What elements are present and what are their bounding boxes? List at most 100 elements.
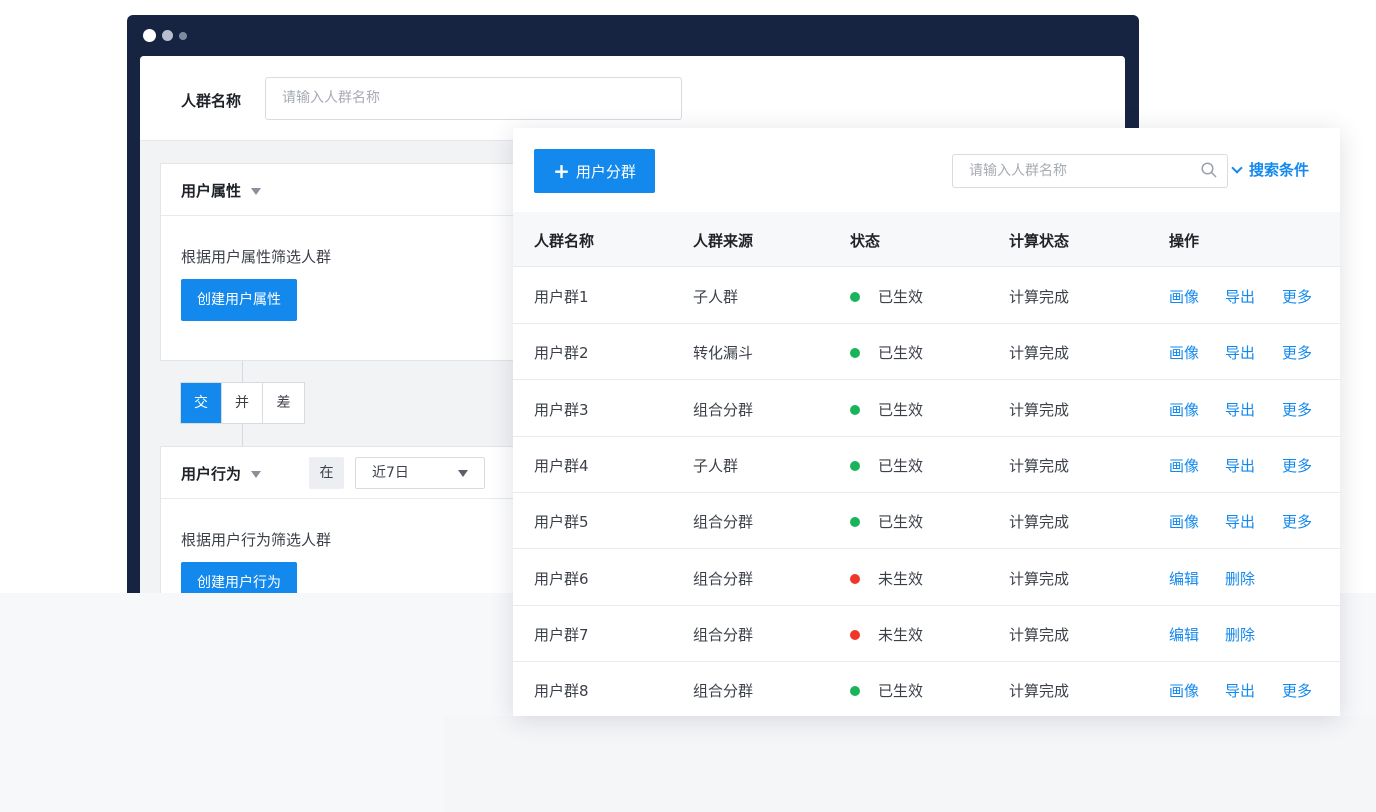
- row-action-link[interactable]: 导出: [1225, 286, 1255, 307]
- crowd-name-input[interactable]: 请输入人群名称: [265, 77, 682, 120]
- status-dot-icon: [850, 517, 860, 528]
- create-user-attribute-button[interactable]: 创建用户属性: [181, 279, 297, 321]
- row-calc-status: 计算完成: [1009, 456, 1070, 475]
- table-row: 用户群1 子人群 已生效 计算完成 画像 导出 更多: [513, 268, 1340, 324]
- background-band-lower: [444, 716, 1376, 812]
- row-action-link[interactable]: 删除: [1225, 568, 1255, 589]
- row-action-link[interactable]: 删除: [1225, 624, 1255, 645]
- chevron-down-icon: [1231, 162, 1243, 174]
- set-operation-toggle: 交 并 差: [180, 382, 305, 424]
- row-action-link[interactable]: 画像: [1169, 680, 1199, 701]
- row-action-link[interactable]: 导出: [1225, 511, 1255, 532]
- column-actions: 操作: [1169, 232, 1200, 250]
- row-action-link[interactable]: 画像: [1169, 342, 1199, 363]
- row-action-link[interactable]: 更多: [1282, 399, 1312, 420]
- op-intersect[interactable]: 交: [181, 383, 222, 423]
- table-row: 用户群8 组合分群 已生效 计算完成 画像 导出 更多: [513, 662, 1340, 716]
- row-name: 用户群3: [534, 400, 589, 419]
- column-calc-status: 计算状态: [1009, 232, 1070, 250]
- user-behavior-title[interactable]: 用户行为: [181, 463, 262, 484]
- status-dot-icon: [850, 292, 860, 302]
- row-action-link[interactable]: 画像: [1169, 511, 1199, 532]
- column-source: 人群来源: [693, 232, 754, 250]
- row-name: 用户群8: [534, 682, 589, 701]
- row-name: 用户群7: [534, 625, 589, 644]
- status-dot-icon: [850, 348, 860, 359]
- table-row: 用户群3 组合分群 已生效 计算完成 画像 导出 更多: [513, 381, 1340, 437]
- row-source: 组合分群: [693, 400, 754, 419]
- table-row: 用户群4 子人群 已生效 计算完成 画像 导出 更多: [513, 437, 1340, 493]
- search-conditions-toggle[interactable]: 搜索条件: [1231, 159, 1309, 180]
- row-status: 已生效: [850, 511, 923, 532]
- row-name: 用户群5: [534, 513, 589, 532]
- row-source: 组合分群: [693, 513, 754, 532]
- row-action-link[interactable]: 画像: [1169, 455, 1199, 476]
- window-dot-icon[interactable]: [179, 31, 187, 40]
- row-calc-status: 计算完成: [1009, 288, 1070, 306]
- row-status: 已生效: [850, 342, 923, 363]
- row-action-link[interactable]: 更多: [1282, 455, 1312, 476]
- row-calc-status: 计算完成: [1009, 344, 1070, 363]
- caret-down-icon: [458, 470, 468, 477]
- add-user-segment-button[interactable]: + 用户分群: [534, 149, 655, 193]
- in-label: 在: [309, 457, 344, 489]
- row-calc-status: 计算完成: [1009, 569, 1070, 588]
- row-source: 组合分群: [693, 682, 754, 701]
- status-dot-icon: [850, 686, 860, 697]
- search-icon[interactable]: [1201, 162, 1217, 178]
- column-status: 状态: [850, 232, 881, 250]
- op-union[interactable]: 并: [222, 383, 263, 423]
- connector-line: [242, 361, 243, 382]
- row-action-link[interactable]: 更多: [1282, 286, 1312, 307]
- status-dot-icon: [850, 404, 860, 415]
- status-dot-icon: [850, 460, 860, 471]
- row-action-link[interactable]: 画像: [1169, 286, 1199, 307]
- row-status: 已生效: [850, 399, 923, 420]
- crowd-list-panel: + 用户分群 请输入人群名称 搜索条件 人群名称 人群来源 状态 计算状态 操作 …: [513, 128, 1340, 716]
- row-action-link[interactable]: 导出: [1225, 680, 1255, 701]
- row-action-link[interactable]: 导出: [1225, 399, 1255, 420]
- row-calc-status: 计算完成: [1009, 513, 1070, 532]
- table-row: 用户群5 组合分群 已生效 计算完成 画像 导出 更多: [513, 493, 1340, 550]
- row-action-link[interactable]: 画像: [1169, 399, 1199, 420]
- row-action-link[interactable]: 导出: [1225, 455, 1255, 476]
- search-input[interactable]: 请输入人群名称: [952, 154, 1228, 188]
- row-action-link[interactable]: 更多: [1282, 511, 1312, 532]
- crowd-name-label: 人群名称: [181, 92, 242, 110]
- status-dot-icon: [850, 573, 860, 584]
- row-calc-status: 计算完成: [1009, 682, 1070, 701]
- window-dot-icon[interactable]: [162, 30, 173, 41]
- plus-icon: +: [553, 159, 570, 183]
- row-status: 已生效: [850, 286, 923, 307]
- column-name: 人群名称: [534, 232, 595, 250]
- row-action-link[interactable]: 导出: [1225, 342, 1255, 363]
- caret-down-icon[interactable]: [251, 471, 262, 478]
- row-source: 子人群: [693, 456, 739, 475]
- user-behavior-desc: 根据用户行为筛选人群: [181, 531, 332, 549]
- window-dot-icon[interactable]: [143, 29, 156, 42]
- row-action-link[interactable]: 更多: [1282, 342, 1312, 363]
- connector-line: [242, 424, 243, 446]
- row-source: 组合分群: [693, 569, 754, 588]
- table-row: 用户群2 转化漏斗 已生效 计算完成 画像 导出 更多: [513, 324, 1340, 381]
- row-action-link[interactable]: 编辑: [1169, 568, 1199, 589]
- create-user-behavior-button[interactable]: 创建用户行为: [181, 562, 297, 593]
- row-action-link[interactable]: 编辑: [1169, 624, 1199, 645]
- row-name: 用户群4: [534, 456, 589, 475]
- row-calc-status: 计算完成: [1009, 625, 1070, 644]
- row-source: 转化漏斗: [693, 344, 754, 363]
- caret-down-icon[interactable]: [251, 188, 262, 195]
- row-calc-status: 计算完成: [1009, 400, 1070, 419]
- row-status: 未生效: [850, 624, 923, 645]
- row-name: 用户群2: [534, 344, 589, 363]
- row-source: 组合分群: [693, 625, 754, 644]
- row-action-link[interactable]: 更多: [1282, 680, 1312, 701]
- op-difference[interactable]: 差: [263, 383, 304, 423]
- table-row: 用户群7 组合分群 未生效 计算完成 编辑 删除: [513, 606, 1340, 662]
- row-name: 用户群6: [534, 569, 589, 588]
- user-attribute-title[interactable]: 用户属性: [181, 180, 262, 201]
- row-name: 用户群1: [534, 288, 589, 306]
- row-status: 未生效: [850, 568, 923, 589]
- table-header: 人群名称 人群来源 状态 计算状态 操作: [513, 212, 1340, 267]
- period-select[interactable]: 近7日: [355, 457, 485, 489]
